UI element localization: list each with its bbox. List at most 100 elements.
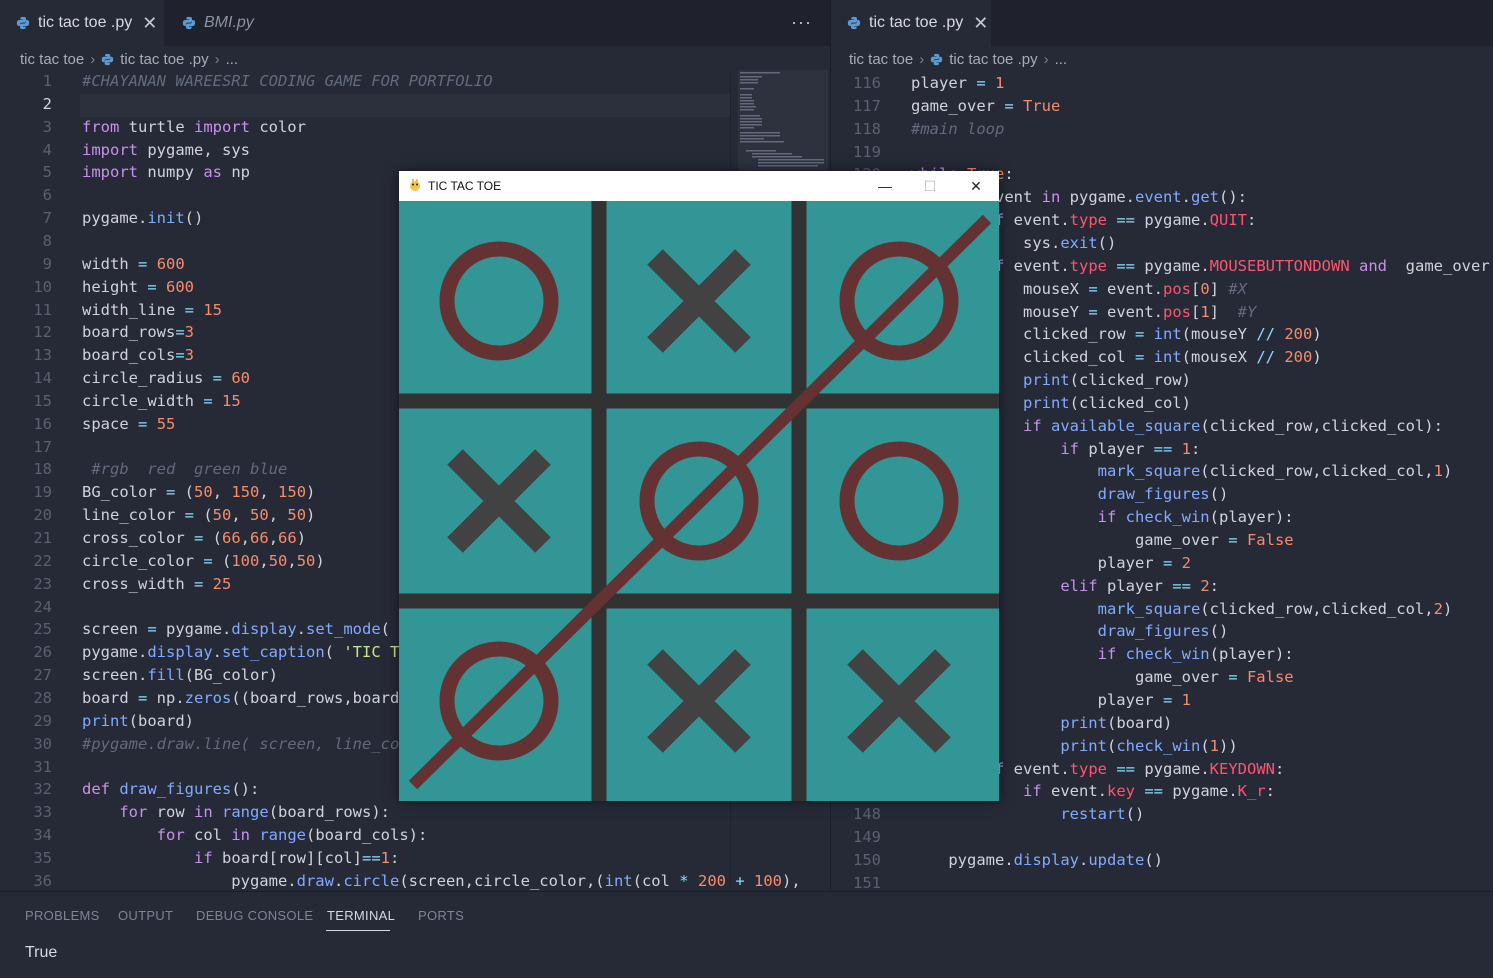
line-number: 13 <box>33 346 52 365</box>
code-line: 116 player = 1 <box>831 72 1493 95</box>
line-number: 4 <box>42 140 52 159</box>
tab-debug-console[interactable]: DEBUG CONSOLE <box>196 908 313 923</box>
code-text: line_color = (50, 50, 50) <box>82 506 316 525</box>
code-text: width = 600 <box>82 254 185 273</box>
code-text: if board[row][col]==1: <box>193 848 400 867</box>
tab-tic-tac-toe[interactable]: tic tac toe .py ✕ <box>0 0 164 46</box>
code-text: from turtle import color <box>82 117 306 136</box>
code-line: 119 <box>831 141 1493 164</box>
code-text: circle_radius = 60 <box>82 369 251 388</box>
game-board[interactable] <box>399 201 999 801</box>
more-actions-icon[interactable]: ··· <box>791 12 812 33</box>
line-number: 150 <box>853 850 881 869</box>
line-number: 5 <box>42 163 52 182</box>
line-number: 23 <box>33 574 52 593</box>
breadcrumb-file[interactable]: tic tac toe .py <box>120 51 208 68</box>
line-number: 22 <box>33 551 52 570</box>
line-number: 151 <box>853 873 881 890</box>
terminal-output[interactable]: True <box>25 944 57 962</box>
line-number: 117 <box>853 96 881 115</box>
line-number: 31 <box>33 757 52 776</box>
line-number: 14 <box>33 369 52 388</box>
pygame-snake-icon <box>410 179 420 191</box>
code-text: space = 55 <box>82 414 176 433</box>
line-number: 24 <box>33 597 52 616</box>
left-tab-bar: tic tac toe .py ✕ BMI.py ··· <box>0 0 830 46</box>
line-number: 34 <box>33 826 52 845</box>
code-line: 118 #main loop <box>831 118 1493 141</box>
game-title: TIC TAC TOE <box>428 179 502 193</box>
close-icon[interactable]: ✕ <box>142 13 157 34</box>
line-number: 29 <box>33 711 52 730</box>
code-line: 117 game_over = True <box>831 95 1493 118</box>
python-file-icon <box>102 53 114 65</box>
tab-bmi[interactable]: BMI.py <box>166 0 286 46</box>
code-line: 33 for row in range(board_rows): <box>0 801 830 824</box>
chevron-right-icon: › <box>214 50 220 68</box>
line-number: 15 <box>33 391 52 410</box>
code-line: 34 for col in range(board_cols): <box>0 824 830 847</box>
minimap[interactable] <box>738 70 828 170</box>
code-text: screen.fill(BG_color) <box>82 666 278 685</box>
breadcrumb-file[interactable]: tic tac toe .py <box>949 51 1037 68</box>
line-number: 16 <box>33 414 52 433</box>
code-text: height = 600 <box>82 277 195 296</box>
line-number: 11 <box>33 300 52 319</box>
code-text: pygame.draw.circle(screen,circle_color,(… <box>82 871 801 890</box>
line-number: 116 <box>853 74 881 92</box>
line-number: 148 <box>853 805 881 824</box>
code-text: cross_color = (66,66,66) <box>82 529 307 547</box>
line-number: 26 <box>33 643 52 662</box>
tab-ports[interactable]: PORTS <box>418 908 464 923</box>
code-text: import numpy as np <box>82 163 250 182</box>
chevron-right-icon: › <box>1043 50 1049 68</box>
line-number: 118 <box>853 119 881 138</box>
code-line: 148 restart() <box>831 803 1493 826</box>
code-text: game_over = True <box>911 96 1061 115</box>
minimize-icon[interactable]: — <box>870 175 900 197</box>
tab-label: BMI.py <box>204 14 254 31</box>
line-number: 21 <box>33 529 52 547</box>
code-line: 150 pygame.display.update() <box>831 849 1493 872</box>
right-tab-bar: tic tac toe .py ✕ <box>831 0 1493 46</box>
breadcrumb-more[interactable]: ... <box>226 51 239 68</box>
breadcrumb-more[interactable]: ... <box>1055 51 1068 68</box>
tab-problems[interactable]: PROBLEMS <box>25 908 100 923</box>
python-file-icon <box>16 16 30 30</box>
code-text: BG_color = (50, 150, 150) <box>82 483 316 502</box>
tab-output[interactable]: OUTPUT <box>118 908 173 923</box>
breadcrumb: tic tac toe › tic tac toe .py › ... <box>849 48 1067 70</box>
maximize-icon[interactable]: ☐ <box>915 175 945 197</box>
line-number: 36 <box>33 871 52 890</box>
active-tab-underline <box>326 930 390 931</box>
close-icon[interactable]: ✕ <box>973 13 988 34</box>
grid-line <box>791 201 807 801</box>
code-line: 36 pygame.draw.circle(screen,circle_colo… <box>0 870 830 890</box>
line-number: 149 <box>853 828 881 847</box>
tab-terminal[interactable]: TERMINAL <box>327 908 395 923</box>
game-window[interactable]: TIC TAC TOE — ☐ ✕ <box>399 171 999 801</box>
python-file-icon <box>931 53 943 65</box>
tab-tic-tac-toe-right[interactable]: tic tac toe .py ✕ <box>831 0 991 46</box>
python-file-icon <box>182 16 196 30</box>
game-title-bar[interactable]: TIC TAC TOE — ☐ ✕ <box>399 171 999 201</box>
line-number: 2 <box>42 94 52 113</box>
code-text: width_line = 15 <box>82 300 223 319</box>
breadcrumb-folder[interactable]: tic tac toe <box>849 51 913 68</box>
code-line: 35 if board[row][col]==1: <box>0 847 830 870</box>
code-text: def draw_figures(): <box>82 780 260 799</box>
code-line: 4 import pygame, sys <box>0 139 830 162</box>
code-line: 1 #CHAYANAN WAREESRI CODING GAME FOR PORT… <box>0 70 830 93</box>
code-text: import pygame, sys <box>82 140 250 159</box>
code-text: board_rows=3 <box>82 323 195 342</box>
python-file-icon <box>847 16 861 30</box>
line-number: 6 <box>42 186 52 205</box>
code-text: board_cols=3 <box>82 346 195 365</box>
line-number: 17 <box>33 437 52 456</box>
code-text: #main loop <box>911 119 1005 138</box>
line-number: 18 <box>33 460 52 479</box>
breadcrumb-folder[interactable]: tic tac toe <box>20 51 84 68</box>
line-number: 28 <box>33 688 52 707</box>
close-window-icon[interactable]: ✕ <box>961 175 991 197</box>
line-number: 33 <box>33 803 52 822</box>
